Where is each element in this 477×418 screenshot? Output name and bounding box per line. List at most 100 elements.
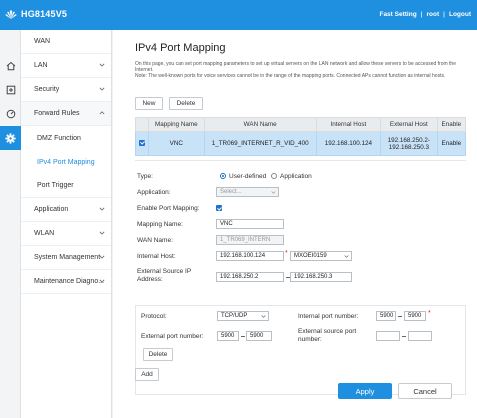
protocol-select[interactable]: TCP/UDP: [217, 311, 269, 321]
menu-item-label: Port Trigger: [37, 182, 74, 189]
internal-port-label: Internal port number:: [298, 313, 359, 320]
menu-item-ipv4-port-mapping[interactable]: IPv4 Port Mapping: [21, 150, 111, 174]
icon-rail: [0, 30, 21, 418]
menu-item-forward-rules[interactable]: Forward Rules: [21, 102, 111, 126]
external-source-port-label: External source port number:: [298, 328, 357, 343]
chevron-down-icon: [99, 207, 105, 211]
gear-icon: [5, 132, 16, 144]
huawei-logo-icon: [5, 10, 17, 19]
external-source-ip-label: External Source IP Address:: [137, 268, 192, 283]
protocol-label: Protocol:: [141, 313, 167, 320]
new-button[interactable]: New: [135, 97, 163, 110]
menu-item-label: Security: [34, 86, 60, 93]
type-application-radio[interactable]: [271, 173, 277, 179]
mapping-form: Type: User-defined Application Applicati…: [135, 160, 466, 300]
add-button[interactable]: Add: [135, 368, 159, 381]
wan-name-select[interactable]: 1_TR069_INTERN: [216, 235, 284, 245]
cell-enable: Enable: [436, 131, 467, 156]
external-port-start-input[interactable]: 5900: [217, 331, 239, 341]
page-title: IPv4 Port Mapping: [135, 42, 226, 54]
external-source-ip-end-input[interactable]: 192.168.250.3: [290, 272, 352, 282]
menu-item-label: Application: [34, 206, 69, 213]
chevron-down-icon: [99, 279, 105, 283]
table-header-enable: Enable: [436, 117, 467, 132]
logout-link[interactable]: Logout: [449, 11, 471, 18]
chevron-down-icon: [261, 315, 266, 318]
mapping-name-input[interactable]: VNC: [216, 219, 284, 229]
port-settings: Protocol: TCP/UDP Internal port number: …: [135, 305, 466, 395]
fast-setting-link[interactable]: Fast Setting: [379, 11, 416, 18]
external-source-ip-start-input[interactable]: 192.168.250.2: [216, 272, 284, 282]
menu-item-port-trigger[interactable]: Port Trigger: [21, 174, 111, 198]
menu-item-wan[interactable]: WAN: [21, 30, 111, 54]
menu-item-system-management[interactable]: System Management: [21, 246, 111, 270]
mapping-table: Mapping Name WAN Name Internal Host Exte…: [134, 117, 467, 156]
type-application-label[interactable]: Application: [280, 173, 312, 181]
internal-host-select-value: MXOEI0159: [294, 253, 327, 259]
internal-port-end-input[interactable]: 5900: [404, 311, 426, 321]
external-source-port-end-input[interactable]: [408, 331, 432, 341]
chevron-down-icon: [99, 87, 105, 91]
table-header-external-host: External Host: [380, 117, 438, 132]
side-menu: WAN LAN Security Forward Rules DMZ Funct…: [21, 30, 112, 418]
range-dash: [398, 316, 402, 317]
external-port-label: External port number:: [141, 333, 204, 340]
rail-status[interactable]: [0, 102, 21, 126]
table-header-wan-name: WAN Name: [203, 117, 317, 132]
chevron-up-icon: [99, 111, 105, 115]
cell-external-host: 192.168.250.2- 192.168.250.3: [380, 131, 438, 156]
application-select-value: Select...: [220, 189, 242, 195]
enable-port-mapping-label: Enable Port Mapping:: [137, 205, 200, 212]
top-bar: HG8145V5 Fast Setting | root | Logout: [0, 0, 477, 30]
chevron-down-icon: [344, 255, 349, 258]
menu-item-label: System Management: [34, 254, 101, 261]
internal-host-label: Internal Host:: [137, 253, 176, 260]
menu-item-label: IPv4 Port Mapping: [37, 158, 95, 166]
main-content: IPv4 Port Mapping On this page, you can …: [113, 30, 477, 418]
user-link[interactable]: root: [427, 11, 440, 18]
type-user-defined-label[interactable]: User-defined: [229, 173, 266, 181]
external-port-end-input[interactable]: 5900: [246, 331, 272, 341]
table-row[interactable]: VNC 1_TR069_INTERNET_R_VID_400 192.168.1…: [134, 131, 467, 156]
menu-item-label: WAN: [34, 38, 51, 45]
chevron-down-icon: [99, 63, 105, 67]
cell-mapping-name: VNC: [148, 131, 205, 156]
delete-button[interactable]: Delete: [169, 97, 203, 110]
row-checkbox[interactable]: [139, 139, 146, 146]
menu-item-wlan[interactable]: WLAN: [21, 222, 111, 246]
top-links: Fast Setting | root | Logout: [379, 11, 471, 18]
table-header-row: Mapping Name WAN Name Internal Host Exte…: [134, 117, 467, 132]
table-header-select: [134, 117, 150, 132]
cancel-button[interactable]: Cancel: [398, 383, 452, 399]
menu-item-dmz-function[interactable]: DMZ Function: [21, 126, 111, 150]
type-user-defined-radio[interactable]: [220, 173, 226, 179]
internal-host-input[interactable]: 192.168.100.124: [216, 251, 284, 261]
type-label: Type:: [137, 173, 153, 180]
chevron-down-icon: [99, 255, 105, 259]
internal-port-start-input[interactable]: 5900: [376, 311, 396, 321]
menu-item-application[interactable]: Application: [21, 198, 111, 222]
application-select[interactable]: Select...: [216, 187, 279, 197]
home-icon: [6, 61, 15, 71]
application-label: Application:: [137, 189, 171, 196]
cell-internal-host: 192.168.100.124: [315, 131, 382, 156]
port-delete-button[interactable]: Delete: [143, 348, 173, 361]
menu-item-security[interactable]: Security: [21, 78, 111, 102]
device-model: HG8145V5: [21, 9, 68, 19]
rail-add[interactable]: [0, 78, 21, 102]
rail-settings[interactable]: [0, 126, 21, 150]
menu-item-maintenance-diagnosis[interactable]: Maintenance Diagno...: [21, 270, 111, 294]
row-select-cell[interactable]: [134, 131, 150, 156]
wan-name-select-value: 1_TR069_INTERN: [220, 237, 271, 243]
required-marker: *: [285, 250, 288, 257]
wan-name-label: WAN Name:: [137, 237, 173, 244]
link-separator: |: [443, 11, 445, 18]
internal-host-select[interactable]: MXOEI0159: [290, 251, 352, 261]
menu-item-lan[interactable]: LAN: [21, 54, 111, 78]
enable-port-mapping-checkbox[interactable]: [216, 205, 222, 211]
external-source-port-start-input[interactable]: [376, 331, 400, 341]
rail-home[interactable]: [0, 54, 21, 78]
apply-button[interactable]: Apply: [338, 383, 392, 399]
menu-item-label: DMZ Function: [37, 134, 81, 142]
table-header-mapping-name: Mapping Name: [148, 117, 205, 132]
